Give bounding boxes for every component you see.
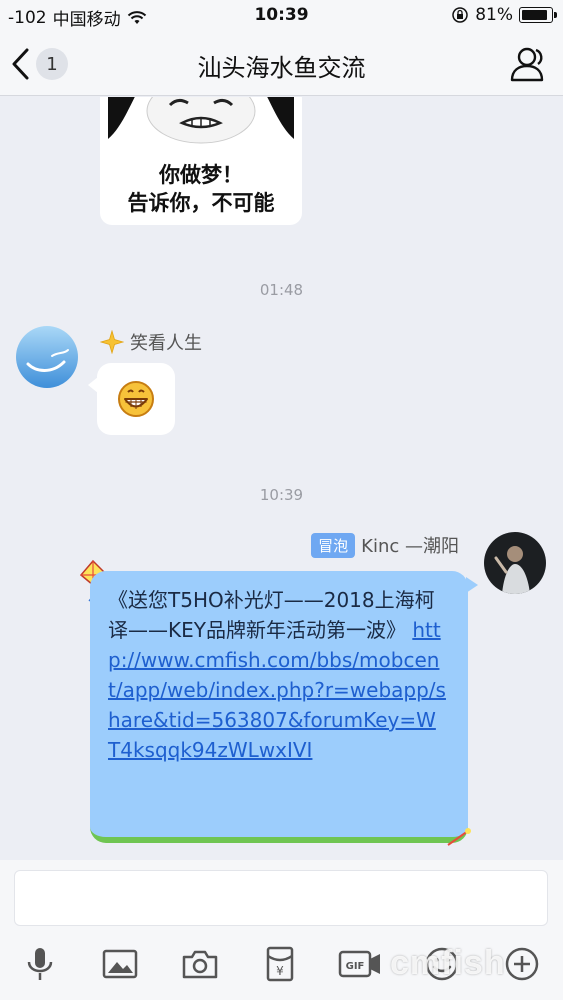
svg-text:¥: ¥ (276, 964, 284, 978)
sky-avatar-image (16, 326, 78, 388)
status-right: 81% (451, 5, 557, 25)
sticker-caption-line2: 告诉你，不可能 (127, 191, 275, 215)
sticker-message[interactable]: 你做梦！ 告诉你，不可能 (100, 97, 302, 225)
message-text: 《送您T5HO补光灯——2018上海柯译——KEY品牌新年活动第一波》 http… (108, 585, 448, 765)
person-icon[interactable] (509, 44, 549, 84)
emoji-message-bubble[interactable] (88, 363, 175, 435)
message-body: 《送您T5HO补光灯——2018上海柯译——KEY品牌新年活动第一波》 (108, 588, 435, 642)
sender-name: 冒泡 Kinc —潮阳 (311, 532, 459, 558)
camera-button[interactable] (178, 942, 222, 986)
text-message-bubble[interactable]: 《送您T5HO补光灯——2018上海柯译——KEY品牌新年活动第一波》 http… (90, 571, 468, 843)
microphone-icon (27, 948, 53, 980)
bubble-tail (466, 577, 478, 593)
status-bar: -102 中国移动 10:39 81% (0, 0, 563, 32)
page-title: 汕头海水鱼交流 (197, 54, 366, 82)
input-area: ¥ GIF cmfish (0, 860, 563, 1000)
battery-percent: 81% (475, 5, 513, 25)
timestamp: 01:48 (259, 281, 304, 299)
gif-icon: GIF (338, 950, 380, 978)
timestamp: 10:39 (259, 486, 304, 504)
photo-avatar-image (484, 532, 546, 594)
orientation-lock-icon (452, 7, 468, 23)
grinning-emoji-icon (118, 381, 154, 417)
more-button[interactable] (500, 942, 544, 986)
avatar[interactable] (484, 532, 546, 594)
red-packet-icon: ¥ (266, 946, 294, 982)
red-packet-button[interactable]: ¥ (258, 942, 302, 986)
sender-name-label: 笑看人生 (130, 333, 202, 354)
voice-button[interactable] (18, 942, 62, 986)
level-tag-badge: 冒泡 (311, 532, 356, 558)
camera-icon (182, 950, 218, 979)
sticker-caption: 你做梦！ 告诉你，不可能 (100, 161, 302, 217)
nav-bar: 1 汕头海水鱼交流 (0, 32, 563, 96)
emoji-icon (425, 947, 459, 981)
message-input[interactable] (14, 870, 548, 926)
sparkle-icon (100, 330, 124, 354)
battery-icon (519, 7, 557, 23)
sticker-caption-line1: 你做梦！ (159, 163, 243, 187)
sender-name-label: Kinc —潮阳 (361, 536, 459, 557)
panda-meme-image (108, 97, 294, 145)
sender-name: 笑看人生 (100, 329, 202, 355)
photo-button[interactable] (98, 942, 142, 986)
avatar[interactable] (16, 326, 78, 388)
image-icon (102, 949, 138, 979)
emoji-button[interactable] (420, 942, 464, 986)
plus-icon (505, 947, 539, 981)
svg-text:GIF: GIF (346, 961, 365, 972)
kite-string-icon (447, 828, 471, 846)
gif-button[interactable]: GIF (338, 942, 382, 986)
chat-area[interactable]: 你做梦！ 告诉你，不可能 01:48 笑看人生 10:39 冒泡 Kinc —潮… (0, 97, 563, 860)
input-toolbar: ¥ GIF (0, 938, 563, 994)
